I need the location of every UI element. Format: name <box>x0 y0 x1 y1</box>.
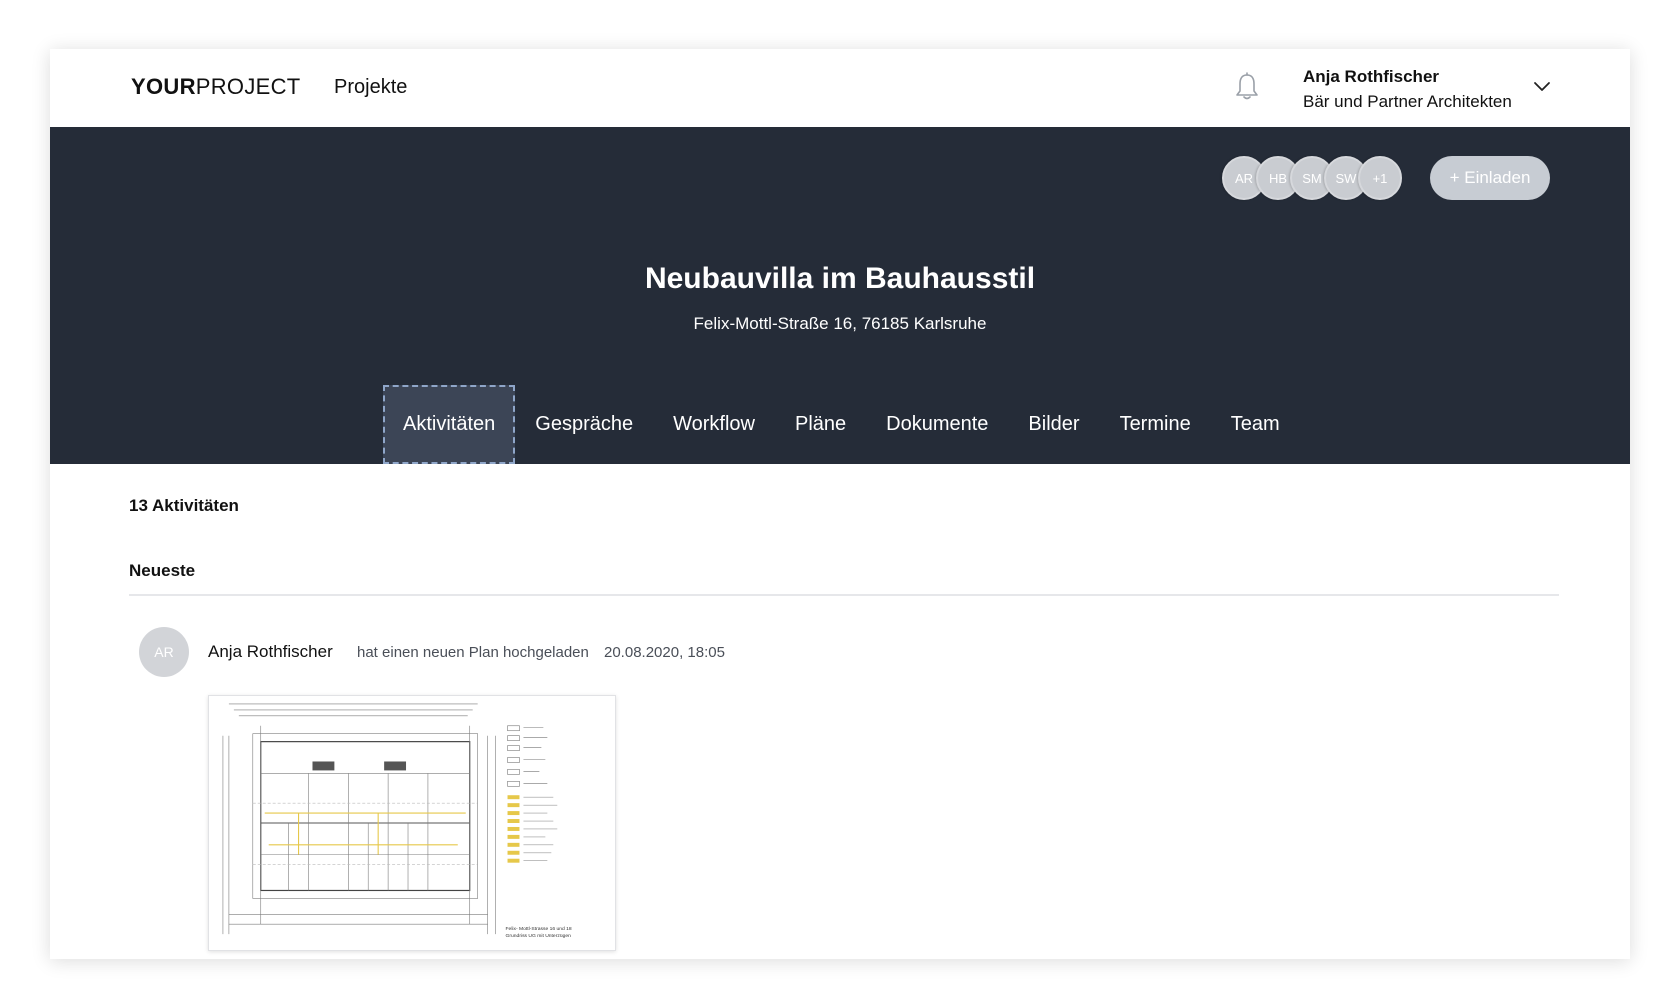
top-bar: YOURPROJECT Projekte Anja Rothfischer Bä… <box>50 49 1630 127</box>
tab-aktivitaeten[interactable]: Aktivitäten <box>383 385 516 464</box>
project-tabs: Aktivitäten Gespräche Workflow Pläne Dok… <box>383 385 1300 464</box>
user-name: Anja Rothfischer <box>1303 67 1440 86</box>
activity-description: hat einen neuen Plan hochgeladen <box>357 644 589 661</box>
activity-timestamp: 20.08.2020, 18:05 <box>604 644 725 661</box>
tab-plaene[interactable]: Pläne <box>775 385 866 464</box>
logo[interactable]: YOURPROJECT <box>131 74 301 100</box>
tab-dokumente[interactable]: Dokumente <box>866 385 1008 464</box>
project-header: AR HB SM SW +1 + Einladen Neubauvilla im… <box>50 127 1630 464</box>
tab-gespraeche[interactable]: Gespräche <box>515 385 653 464</box>
plan-caption-2: Grundriss UG mit Unterzügen <box>506 933 572 939</box>
nav-projects-link[interactable]: Projekte <box>334 76 407 99</box>
tab-workflow[interactable]: Workflow <box>653 385 775 464</box>
plan-caption-1: Felix- Mottl-Strasse 16 und 18 <box>506 926 572 932</box>
project-title: Neubauvilla im Bauhausstil <box>644 262 1036 295</box>
activity-count: 13 Aktivitäten <box>129 496 239 515</box>
activity-user-name[interactable]: Anja Rothfischer <box>208 642 333 662</box>
divider <box>129 594 1559 596</box>
user-company: Bär und Partner Architekten <box>1303 92 1512 111</box>
app-window: YOURPROJECT Projekte Anja Rothfischer Bä… <box>50 49 1630 959</box>
logo-light: PROJECT <box>195 74 301 99</box>
bell-icon[interactable] <box>1232 71 1262 103</box>
invite-button[interactable]: + Einladen <box>1430 156 1550 200</box>
project-address: Felix-Mottl-Straße 16, 76185 Karlsruhe <box>693 314 987 333</box>
avatar: AR <box>139 627 189 677</box>
logo-strong: YOUR <box>131 74 196 99</box>
tab-termine[interactable]: Termine <box>1100 385 1211 464</box>
tab-team[interactable]: Team <box>1211 385 1300 464</box>
chevron-down-icon[interactable] <box>1532 77 1552 97</box>
tab-bilder[interactable]: Bilder <box>1008 385 1099 464</box>
plan-thumbnail[interactable]: Felix- Mottl-Strasse 16 und 18 Grundriss… <box>208 695 616 951</box>
sort-newest[interactable]: Neueste <box>129 561 195 581</box>
user-menu[interactable]: Anja Rothfischer Bär und Partner Archite… <box>1303 65 1512 115</box>
more-members-avatar[interactable]: +1 <box>1358 156 1402 200</box>
